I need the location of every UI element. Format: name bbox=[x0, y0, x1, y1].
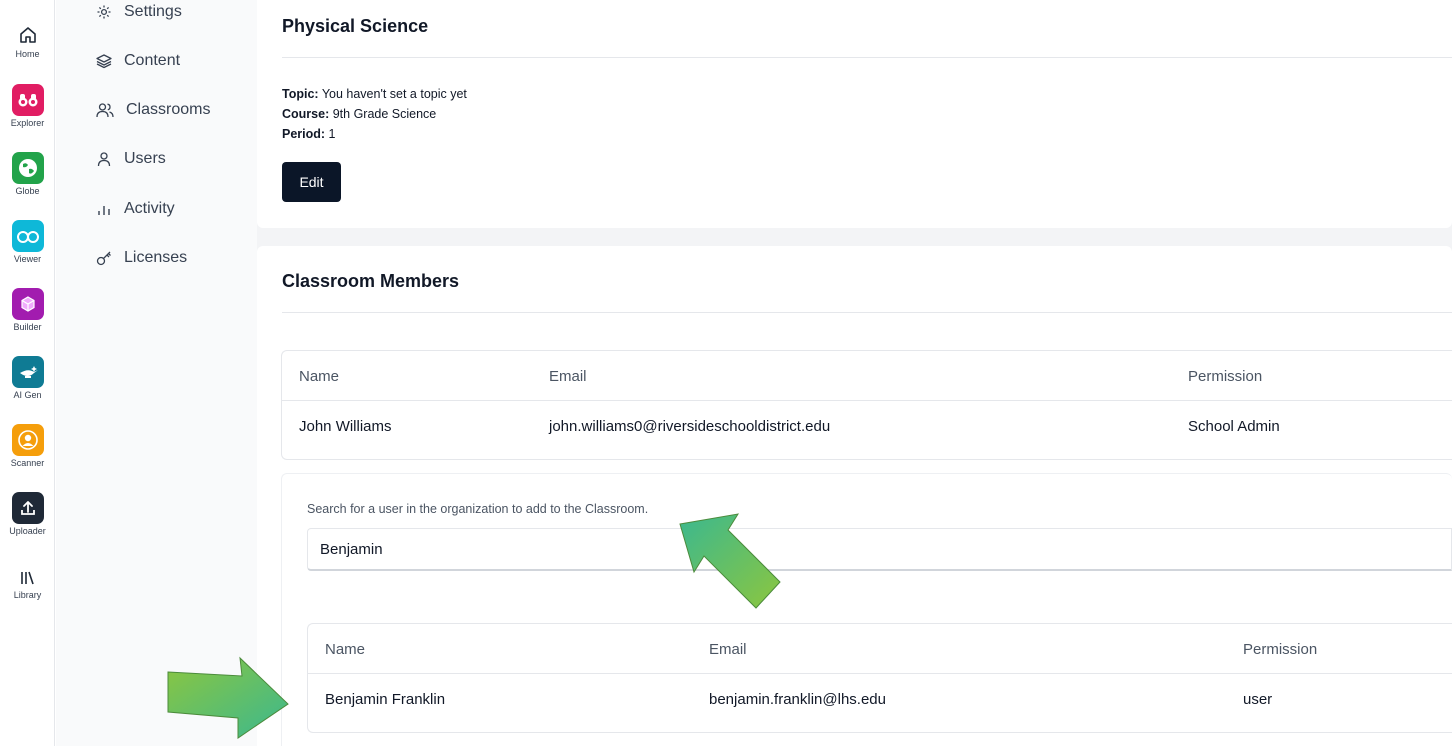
classroom-title: Physical Science bbox=[282, 16, 429, 36]
glasses-icon bbox=[11, 220, 44, 252]
genie-lamp-icon bbox=[11, 356, 44, 388]
rail-label: Globe bbox=[15, 186, 40, 196]
period-label: Period: bbox=[282, 127, 326, 141]
rail-item-scanner[interactable]: Scanner bbox=[0, 424, 55, 468]
member-permission: School Admin bbox=[1188, 417, 1280, 435]
classroom-course: Course: 9th Grade Science bbox=[282, 105, 436, 123]
member-email: john.williams0@riversideschooldistrict.e… bbox=[549, 417, 831, 435]
rail-label: Builder bbox=[13, 322, 42, 332]
result-name: Benjamin Franklin bbox=[325, 690, 446, 708]
rail-item-uploader[interactable]: Uploader bbox=[0, 492, 55, 536]
result-permission: user bbox=[1243, 690, 1273, 708]
add-member-panel: Search for a user in the organization to… bbox=[281, 473, 1452, 746]
members-table: Name Email Permission John Williams john… bbox=[281, 350, 1452, 460]
rail-label: Home bbox=[15, 49, 40, 59]
home-icon bbox=[12, 23, 44, 47]
table-row[interactable]: John Williams john.williams0@riversidesc… bbox=[282, 401, 1452, 451]
layers-icon bbox=[96, 54, 112, 69]
rail-item-library[interactable]: Library bbox=[0, 568, 55, 600]
nav-item-settings[interactable]: Settings bbox=[96, 0, 182, 26]
nav-item-label: Settings bbox=[124, 3, 182, 20]
nav-item-users[interactable]: Users bbox=[96, 145, 166, 173]
period-value: 1 bbox=[328, 127, 336, 141]
member-name: John Williams bbox=[299, 417, 392, 435]
nav-item-licenses[interactable]: Licenses bbox=[96, 244, 187, 272]
divider bbox=[282, 57, 1452, 58]
column-header-permission: Permission bbox=[1243, 640, 1318, 658]
upload-icon bbox=[11, 492, 44, 524]
admin-nav: Settings Content Classrooms Users Activi… bbox=[56, 0, 257, 746]
column-header-name: Name bbox=[325, 640, 366, 658]
user-search-input[interactable] bbox=[307, 528, 1452, 571]
course-value: 9th Grade Science bbox=[332, 107, 437, 121]
rail-label: Explorer bbox=[10, 118, 45, 128]
rail-label: Scanner bbox=[10, 458, 45, 468]
rail-label: Library bbox=[13, 590, 42, 600]
rail-item-explorer[interactable]: Explorer bbox=[0, 84, 55, 128]
table-header: Name Email Permission bbox=[308, 624, 1452, 674]
globe-icon bbox=[11, 152, 44, 184]
user-icon bbox=[97, 152, 111, 167]
nav-item-label: Users bbox=[124, 150, 166, 167]
table-header: Name Email Permission bbox=[282, 351, 1452, 401]
key-icon bbox=[96, 251, 111, 266]
result-email: benjamin.franklin@lhs.edu bbox=[709, 690, 886, 708]
topic-label: Topic: bbox=[282, 87, 319, 101]
rail-label: Viewer bbox=[13, 254, 42, 264]
scanner-icon bbox=[11, 424, 44, 456]
search-label: Search for a user in the organization to… bbox=[307, 502, 649, 516]
library-icon bbox=[12, 568, 44, 588]
nav-item-activity[interactable]: Activity bbox=[96, 195, 175, 223]
cube-icon bbox=[11, 288, 44, 320]
rail-label: Uploader bbox=[9, 526, 46, 536]
nav-item-label: Licenses bbox=[124, 249, 188, 266]
nav-item-label: Classrooms bbox=[126, 101, 211, 118]
app-rail: Home Explorer Globe Viewer Builder AI Ge… bbox=[0, 0, 55, 746]
column-header-email: Email bbox=[709, 640, 747, 658]
members-title: Classroom Members bbox=[282, 271, 460, 291]
course-label: Course: bbox=[282, 107, 330, 121]
nav-item-label: Activity bbox=[124, 200, 175, 217]
rail-item-ai-gen[interactable]: AI Gen bbox=[0, 356, 55, 400]
nav-item-label: Content bbox=[124, 52, 181, 69]
topic-value: You haven't set a topic yet bbox=[321, 87, 467, 101]
binoculars-icon bbox=[11, 84, 44, 116]
users-group-icon bbox=[96, 103, 114, 118]
column-header-email: Email bbox=[549, 367, 587, 385]
search-results-table: Name Email Permission Benjamin Franklin … bbox=[307, 623, 1452, 733]
main-content: Physical Science Topic: You haven't set … bbox=[257, 0, 1452, 746]
rail-item-builder[interactable]: Builder bbox=[0, 288, 55, 332]
classroom-topic: Topic: You haven't set a topic yet bbox=[282, 85, 467, 103]
classroom-period: Period: 1 bbox=[282, 125, 336, 143]
gear-icon bbox=[97, 5, 111, 19]
bar-chart-icon bbox=[98, 206, 110, 215]
edit-button[interactable]: Edit bbox=[282, 162, 341, 202]
search-result-row[interactable]: Benjamin Franklin benjamin.franklin@lhs.… bbox=[308, 674, 1452, 724]
divider bbox=[282, 312, 1452, 313]
column-header-permission: Permission bbox=[1188, 367, 1263, 385]
nav-item-classrooms[interactable]: Classrooms bbox=[96, 96, 210, 124]
rail-item-home[interactable]: Home bbox=[0, 23, 55, 59]
rail-label: AI Gen bbox=[13, 390, 42, 400]
rail-item-viewer[interactable]: Viewer bbox=[0, 220, 55, 264]
column-header-name: Name bbox=[299, 367, 340, 385]
rail-item-globe[interactable]: Globe bbox=[0, 152, 55, 196]
nav-item-content[interactable]: Content bbox=[96, 47, 180, 75]
classroom-details-card: Physical Science Topic: You haven't set … bbox=[257, 0, 1452, 228]
